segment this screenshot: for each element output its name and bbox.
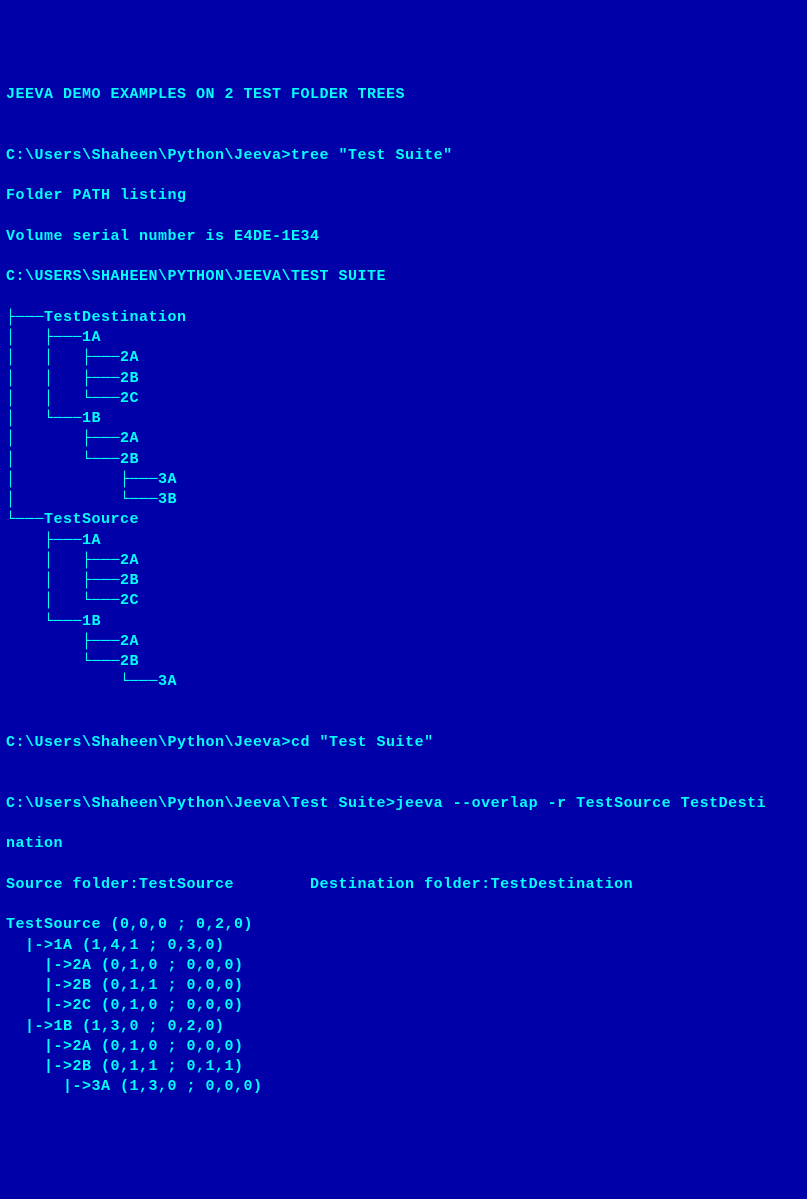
prompt-cd[interactable]: C:\Users\Shaheen\Python\Jeeva>cd "Test S…	[6, 733, 801, 753]
tree-line: ├───TestDestination	[6, 308, 801, 328]
tree-line: │ │ ├───2A	[6, 348, 801, 368]
path-listing: Folder PATH listing	[6, 186, 801, 206]
result-line: |->1A (1,4,1 ; 0,3,0)	[6, 936, 801, 956]
result-line: |->3A (1,3,0 ; 0,0,0)	[6, 1077, 801, 1097]
prompt-jeeva-b[interactable]: nation	[6, 834, 801, 854]
tree-line: │ │ └───2C	[6, 389, 801, 409]
result-line: TestSource (0,0,0 ; 0,2,0)	[6, 915, 801, 935]
result-line: |->2A (0,1,0 ; 0,0,0)	[6, 1037, 801, 1057]
tree-line: │ ├───3A	[6, 470, 801, 490]
volume-serial: Volume serial number is E4DE-1E34	[6, 227, 801, 247]
result-line: |->2B (0,1,1 ; 0,0,0)	[6, 976, 801, 996]
tree-output: ├───TestDestination│ ├───1A│ │ ├───2A│ │…	[6, 308, 801, 693]
root-path: C:\USERS\SHAHEEN\PYTHON\JEEVA\TEST SUITE	[6, 267, 801, 287]
prompt-jeeva-a[interactable]: C:\Users\Shaheen\Python\Jeeva\Test Suite…	[6, 794, 801, 814]
tree-line: └───3A	[6, 672, 801, 692]
tree-line: │ └───3B	[6, 490, 801, 510]
result-line: |->2B (0,1,1 ; 0,1,1)	[6, 1057, 801, 1077]
tree-line: │ ├───2A	[6, 551, 801, 571]
tree-line: │ │ ├───2B	[6, 369, 801, 389]
results-output: TestSource (0,0,0 ; 0,2,0) |->1A (1,4,1 …	[6, 915, 801, 1097]
title-line: JEEVA DEMO EXAMPLES ON 2 TEST FOLDER TRE…	[6, 85, 801, 105]
tree-line: │ ├───2A	[6, 429, 801, 449]
tree-line: │ └───2C	[6, 591, 801, 611]
tree-line: │ ├───2B	[6, 571, 801, 591]
tree-line: └───1B	[6, 612, 801, 632]
source-dest-line: Source folder:TestSource Destination fol…	[6, 875, 801, 895]
tree-line: └───2B	[6, 652, 801, 672]
result-line: |->2A (0,1,0 ; 0,0,0)	[6, 956, 801, 976]
prompt-tree[interactable]: C:\Users\Shaheen\Python\Jeeva>tree "Test…	[6, 146, 801, 166]
tree-line: │ └───2B	[6, 450, 801, 470]
tree-line: └───TestSource	[6, 510, 801, 530]
tree-line: ├───2A	[6, 632, 801, 652]
tree-line: ├───1A	[6, 531, 801, 551]
result-line: |->1B (1,3,0 ; 0,2,0)	[6, 1017, 801, 1037]
result-line: |->2C (0,1,0 ; 0,0,0)	[6, 996, 801, 1016]
tree-line: │ └───1B	[6, 409, 801, 429]
tree-line: │ ├───1A	[6, 328, 801, 348]
